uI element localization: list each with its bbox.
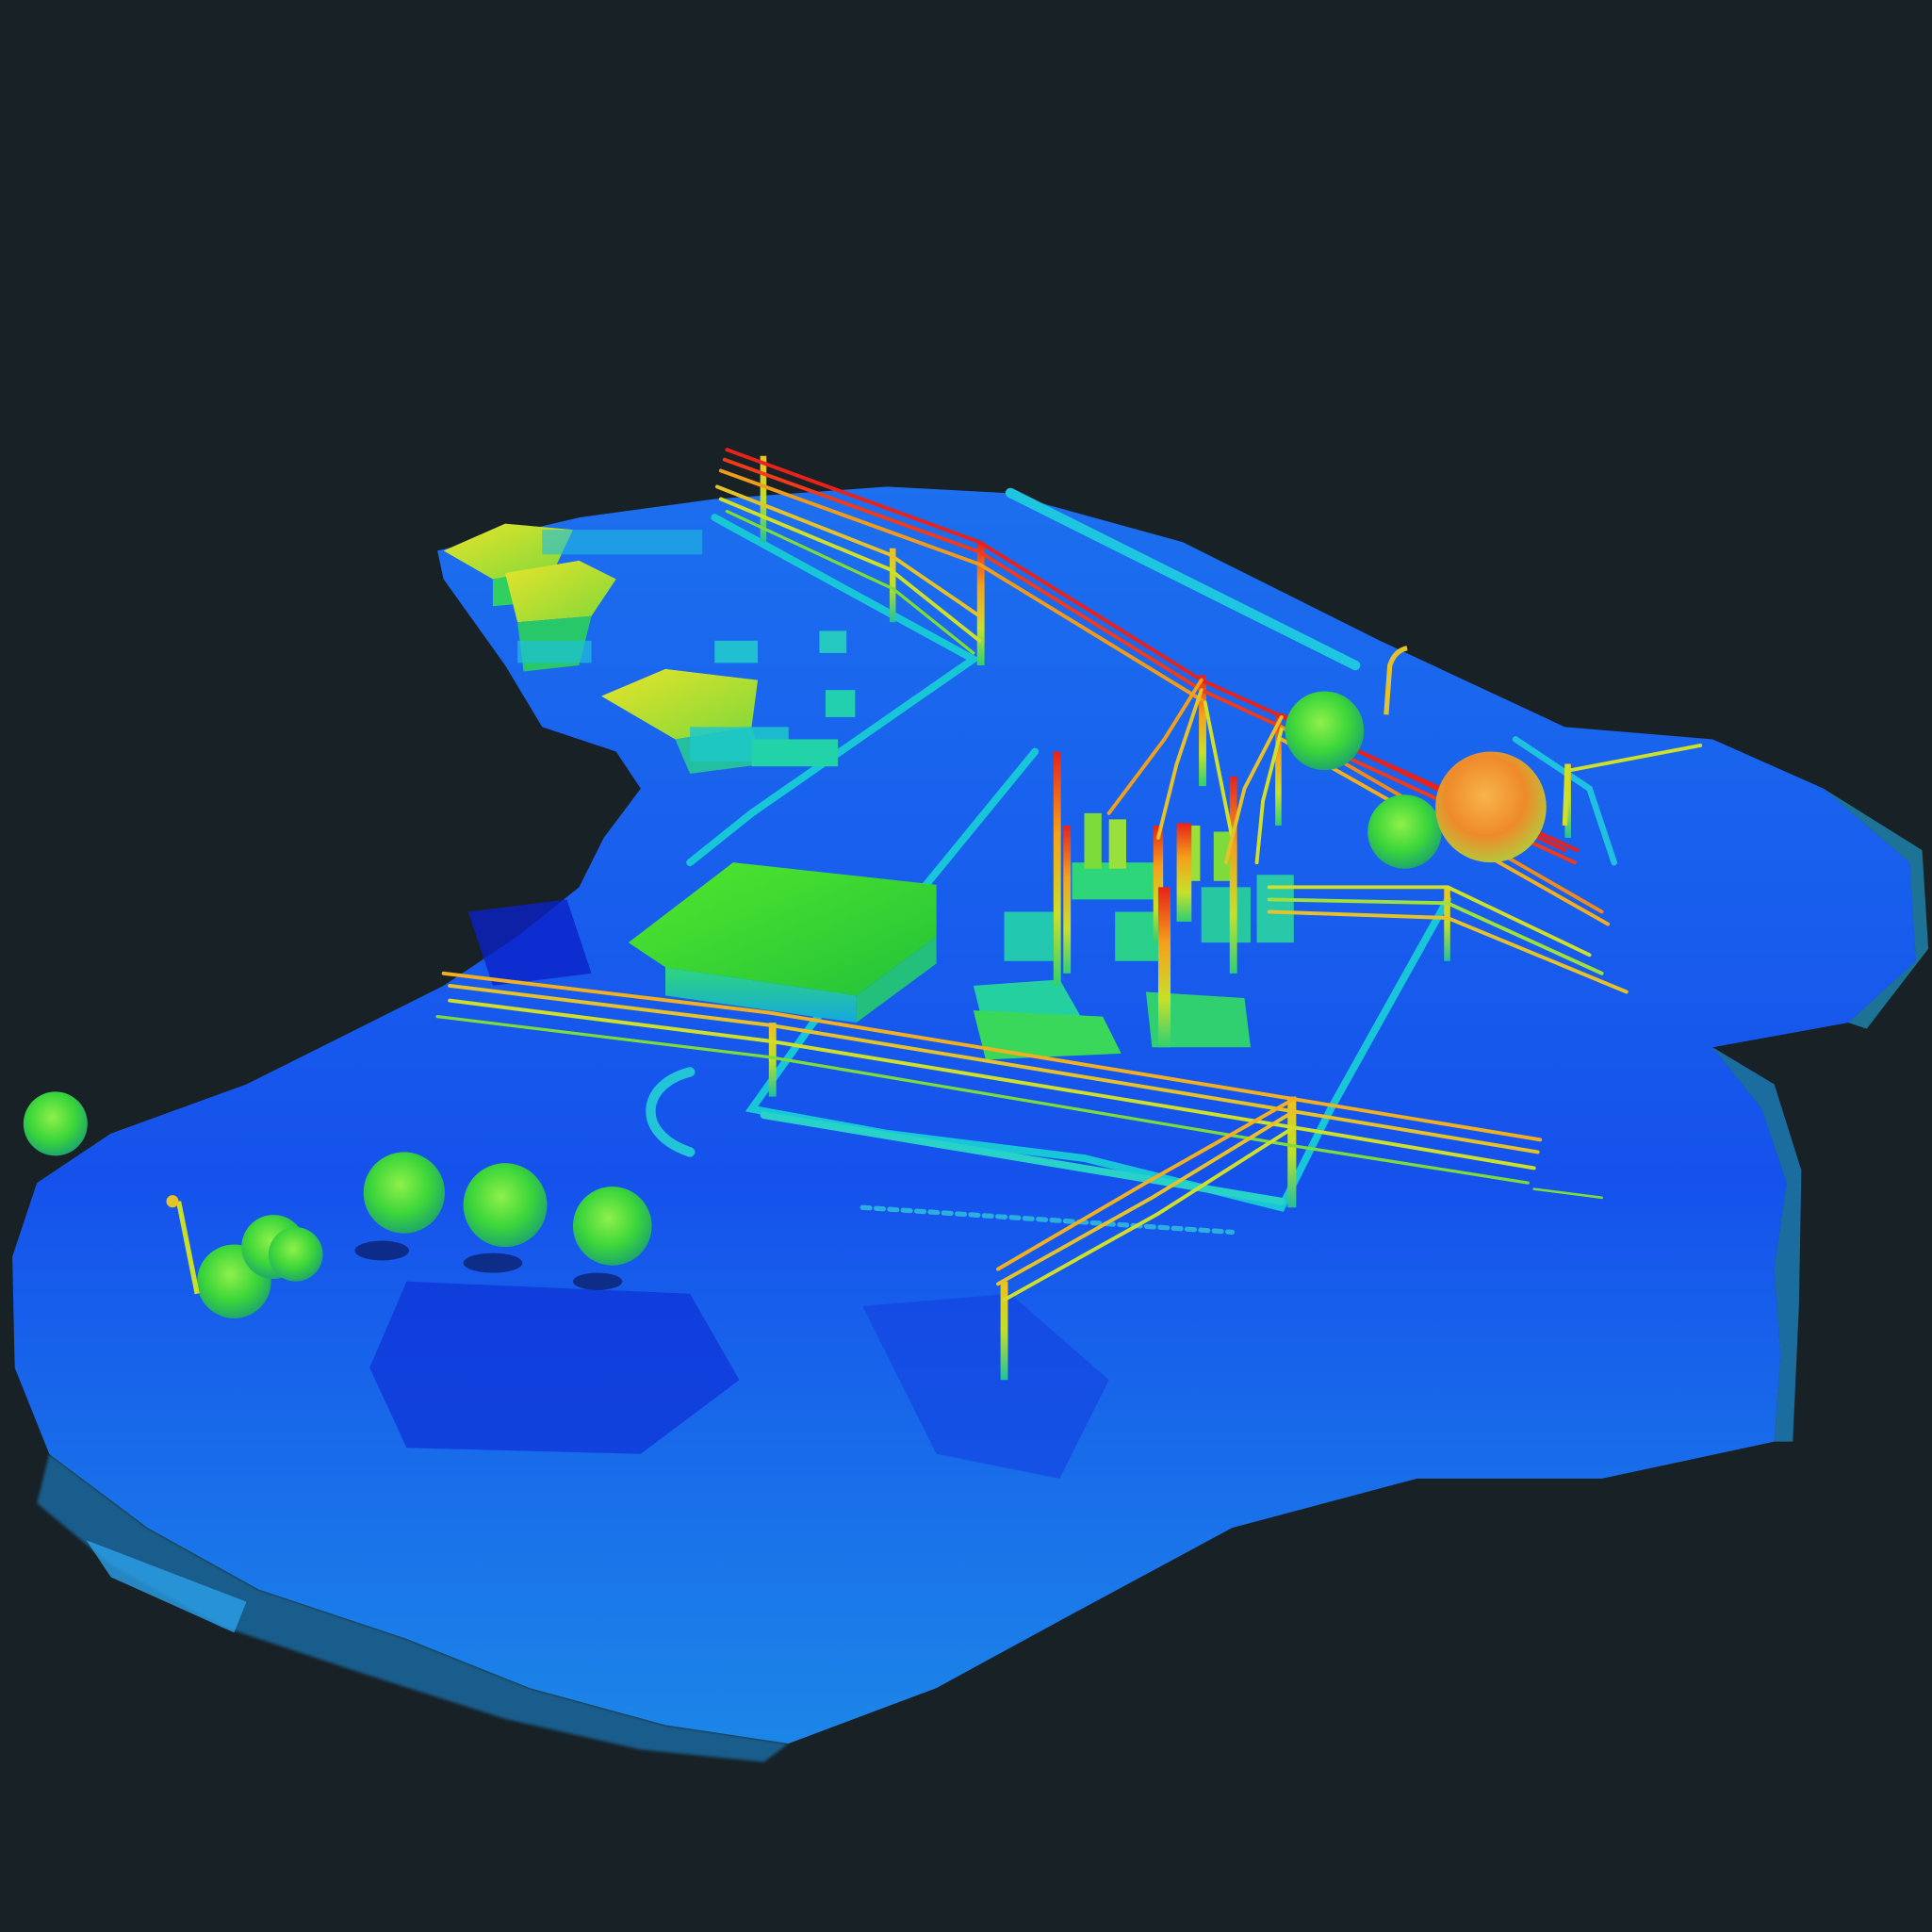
lidar-scene[interactable] — [0, 0, 1932, 1932]
utility-pole-shape — [768, 1023, 777, 1097]
substation-shape — [1084, 812, 1102, 869]
utility-pole-shape — [976, 542, 985, 665]
substation-shape — [1229, 776, 1237, 974]
substation-shape — [1053, 751, 1061, 986]
industrial-building-shape — [751, 739, 839, 767]
tree-shape — [572, 1187, 652, 1266]
substation-shape — [1201, 887, 1252, 943]
substation-shape — [1004, 911, 1054, 961]
substation-shape — [1157, 887, 1171, 1048]
industrial-building-shape — [819, 630, 847, 653]
tree-shape — [354, 1240, 410, 1261]
ground-surface — [12, 486, 1929, 1762]
substation-shape — [1256, 875, 1294, 943]
substation-shape — [973, 1010, 1122, 1060]
substation-shape — [1108, 819, 1126, 869]
utility-pole-shape — [1000, 1281, 1008, 1381]
tree-shape — [572, 1272, 623, 1290]
industrial-building-shape — [825, 690, 856, 717]
tree-shape — [23, 1091, 88, 1156]
industrial-building-shape — [714, 640, 759, 663]
point-cloud-viewport[interactable] — [0, 0, 1932, 1932]
tree-shape — [1435, 751, 1547, 863]
substation-shape — [1176, 823, 1192, 922]
substation-shape — [1063, 825, 1072, 974]
tree-shape — [269, 1227, 323, 1282]
industrial-building-shape — [517, 640, 592, 663]
tree-shape — [463, 1253, 523, 1273]
tree-shape — [1285, 691, 1365, 771]
utility-pole-shape — [1444, 887, 1450, 961]
light-pole-shape — [1562, 763, 1570, 827]
tree-shape — [363, 1152, 445, 1234]
ground-surface-shape — [12, 486, 1917, 1744]
tree-shape — [463, 1163, 548, 1248]
tree-shape — [1367, 794, 1442, 869]
industrial-building-shape — [542, 530, 703, 555]
tree-shape — [166, 1195, 179, 1208]
